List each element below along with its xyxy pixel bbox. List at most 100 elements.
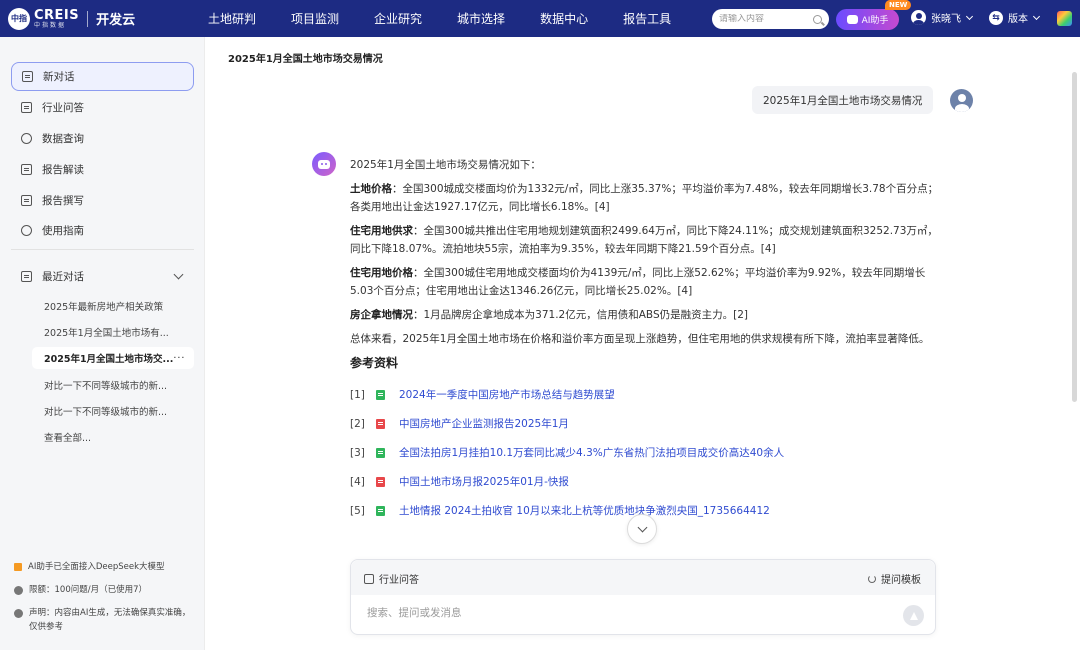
chat-icon (22, 71, 33, 82)
write-icon (21, 195, 32, 206)
answer-summary: 总体来看，2025年1月全国土地市场在价格和溢价率方面呈现上涨趋势，但住宅用地的… (350, 333, 930, 345)
reference-item: [2] 中国房地产企业监测报告2025年1月 (350, 409, 940, 438)
robot-icon (318, 159, 330, 169)
reference-link[interactable]: 土地情报 2024土拍收官 10月以来北上杭等优质地块争激烈央国_1735664… (399, 502, 770, 520)
view-all-link[interactable]: 查看全部... (32, 426, 194, 448)
sidebar-item-guide[interactable]: 使用指南 (11, 216, 194, 245)
recent-chat-item-active[interactable]: 2025年1月全国土地市场交... ··· (32, 347, 194, 369)
nav-land-analysis[interactable]: 土地研判 (208, 10, 256, 27)
search-box[interactable] (712, 9, 829, 29)
pdf-file-icon (376, 418, 385, 429)
more-options-icon[interactable]: ··· (173, 353, 185, 364)
reference-link[interactable]: 中国房地产企业监测报告2025年1月 (399, 415, 569, 433)
logo-subtitle: 中指数据 (34, 21, 67, 29)
reference-index: [4] (350, 475, 365, 488)
report-icon (21, 164, 32, 175)
sidebar-item-report-reading[interactable]: 报告解读 (11, 155, 194, 184)
sidebar-item-industry-qa[interactable]: 行业问答 (11, 93, 194, 122)
user-name: 张晓飞 (931, 14, 961, 25)
history-icon (21, 271, 32, 282)
new-badge: NEW (885, 0, 912, 10)
database-icon (21, 133, 32, 144)
recent-chats-header[interactable]: 最近对话 (11, 262, 194, 291)
send-button[interactable] (903, 605, 924, 626)
answer-section: 住宅用地供求：全国300城共推出住宅用地规划建筑面积2499.64万㎡，同比下降… (350, 222, 940, 258)
scroll-down-button[interactable] (627, 514, 657, 544)
document-icon (364, 573, 374, 584)
recent-chat-item[interactable]: 对比一下不同等级城市的新... (32, 400, 194, 422)
apps-icon[interactable] (1057, 11, 1072, 26)
reference-link[interactable]: 2024年一季度中国房地产市场总结与趋势展望 (399, 386, 615, 404)
logo-name: CREIS (34, 7, 80, 23)
recent-chats-title: 最近对话 (42, 271, 84, 283)
nav-company-research[interactable]: 企业研究 (374, 10, 422, 27)
section-text: ：全国300城共推出住宅用地规划建筑面积2499.64万㎡，同比下降24.11%… (350, 225, 938, 255)
sidebar-divider (11, 249, 194, 250)
reference-index: [5] (350, 504, 365, 517)
send-icon (909, 611, 918, 620)
reference-link[interactable]: 全国法拍房1月挂拍10.1万套同比减少4.3%广东省热门法拍项目成交价高达40余… (399, 444, 784, 462)
main-nav: 土地研判 项目监测 企业研究 城市选择 数据中心 报告工具 (208, 10, 706, 27)
references-title: 参考资料 (350, 356, 399, 370)
user-menu[interactable]: 张晓飞 (911, 10, 974, 25)
reference-index: [1] (350, 388, 365, 401)
sheet-file-icon (376, 505, 385, 516)
sidebar-item-new-chat[interactable]: 新对话 (11, 62, 194, 91)
composer-mode-label: 行业问答 (379, 575, 419, 586)
chevron-down-icon[interactable] (173, 269, 184, 280)
question-template-label: 提问模板 (881, 575, 921, 586)
section-label: 住宅用地供求 (350, 225, 413, 237)
section-text: ：全国300城成交楼面均价为1332元/㎡，同比上涨35.37%；平均溢价率为7… (350, 183, 939, 213)
quota-notice: 限额：100问题/月（已使用7） (14, 584, 192, 598)
answer-intro: 2025年1月全国土地市场交易情况如下： (350, 159, 541, 171)
robot-icon (846, 15, 858, 24)
answer-section: 住宅用地价格：全国300城住宅用地成交楼面均价为4139元/㎡，同比上涨52.6… (350, 264, 940, 300)
recent-chat-item[interactable]: 2025年最新房地产相关政策 (32, 295, 194, 317)
info-icon (14, 609, 23, 618)
refresh-icon (868, 574, 876, 583)
chevron-down-icon (637, 522, 647, 532)
recent-chat-item[interactable]: 对比一下不同等级城市的新... (32, 374, 194, 396)
scrollbar[interactable] (1072, 72, 1077, 402)
switch-icon: ⇆ (989, 10, 1003, 25)
ai-assistant-button[interactable]: AI助手 (836, 9, 899, 30)
speaker-icon (14, 563, 22, 571)
sidebar-item-label: 新对话 (43, 71, 75, 83)
reference-item: [3] 全国法拍房1月挂拍10.1万套同比减少4.3%广东省热门法拍项目成交价高… (350, 438, 940, 467)
question-template-button[interactable]: 提问模板 (868, 571, 921, 586)
section-label: 房企拿地情况 (350, 309, 413, 321)
chevron-down-icon (965, 12, 974, 20)
nav-city-selection[interactable]: 城市选择 (457, 10, 505, 27)
nav-project-monitor[interactable]: 项目监测 (291, 10, 339, 27)
user-message-bubble: 2025年1月全国土地市场交易情况 (752, 86, 934, 114)
message-input[interactable] (367, 607, 887, 619)
reference-index: [3] (350, 446, 365, 459)
recent-chat-item[interactable]: 2025年1月全国土地市场有... (32, 321, 194, 343)
answer-section: 房企拿地情况：1月品牌房企拿地成本为371.2亿元，信用债和ABS仍是融资主力。… (350, 306, 940, 324)
sidebar-item-label: 行业问答 (42, 102, 84, 114)
reference-link[interactable]: 中国土地市场月报2025年01月-快报 (399, 473, 569, 491)
version-label: 版本 (1008, 14, 1028, 25)
user-avatar-icon (950, 89, 973, 112)
section-text: ：1月品牌房企拿地成本为371.2亿元，信用债和ABS仍是融资主力。[2] (413, 309, 748, 321)
search-input[interactable] (719, 14, 809, 24)
logo-divider (87, 10, 89, 27)
version-menu[interactable]: ⇆ 版本 (989, 10, 1041, 25)
compass-icon (21, 225, 32, 236)
logo[interactable]: 中指 CREIS 中指数据 开发云 (8, 7, 198, 30)
composer-header: 行业问答 提问模板 (351, 560, 935, 595)
nav-data-center[interactable]: 数据中心 (540, 10, 588, 27)
quota-icon (14, 586, 23, 595)
user-avatar-icon (911, 10, 926, 25)
section-label: 住宅用地价格 (350, 267, 413, 279)
search-icon[interactable] (813, 14, 822, 24)
logo-icon: 中指 (8, 7, 30, 30)
section-text: ：全国300城住宅用地成交楼面均价为4139元/㎡，同比上涨52.62%；平均溢… (350, 267, 926, 297)
sidebar-item-report-writing[interactable]: 报告撰写 (11, 186, 194, 215)
sidebar-item-label: 报告解读 (42, 164, 84, 176)
composer-mode-tag[interactable]: 行业问答 (364, 571, 419, 586)
pdf-file-icon (376, 476, 385, 487)
ai-avatar (312, 152, 336, 176)
sidebar-item-data-query[interactable]: 数据查询 (11, 124, 194, 153)
nav-report-tools[interactable]: 报告工具 (623, 10, 671, 27)
